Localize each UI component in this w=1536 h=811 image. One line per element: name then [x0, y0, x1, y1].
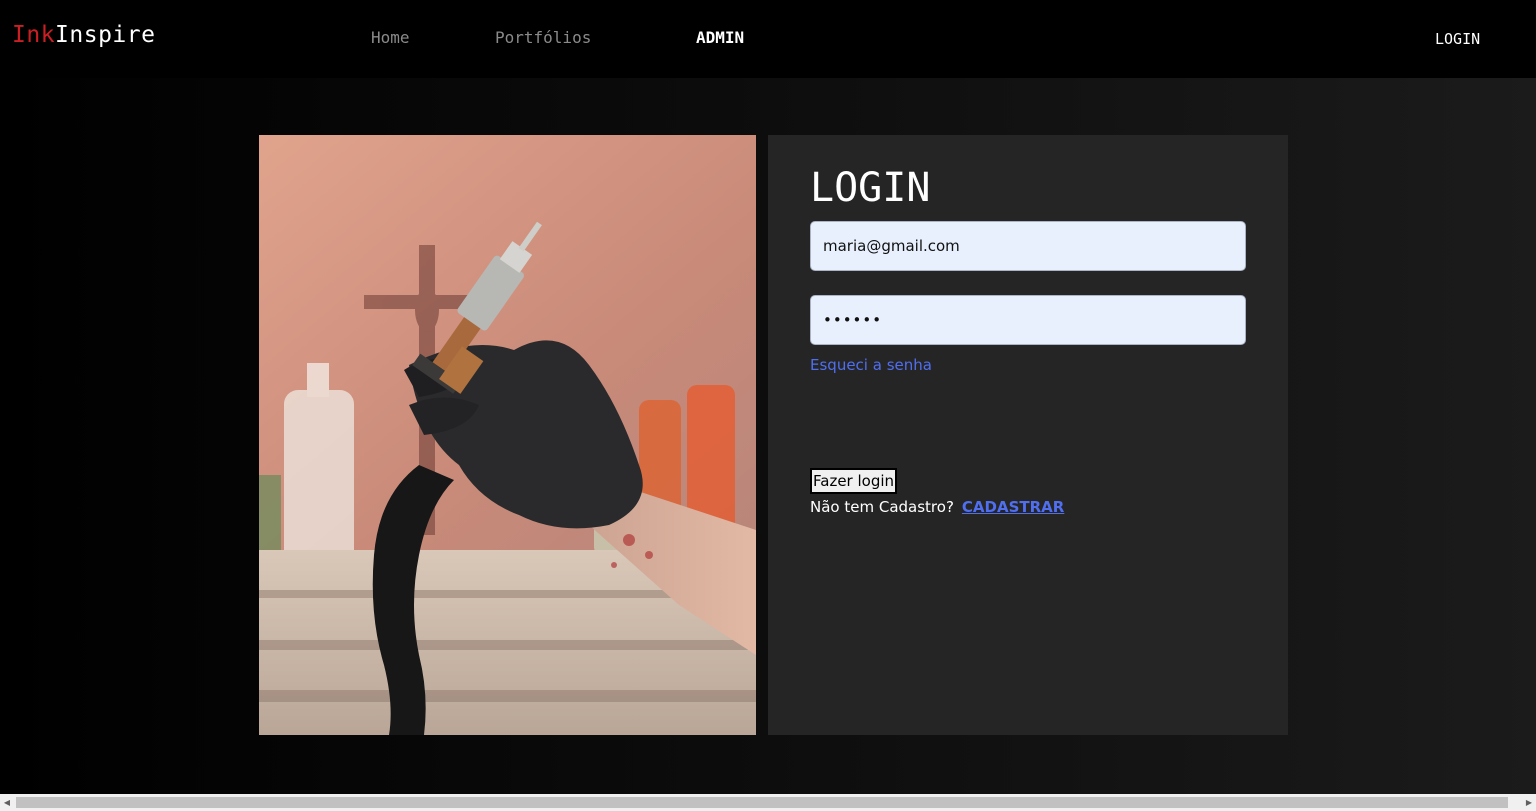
login-title: LOGIN [810, 165, 931, 211]
nav-link-home[interactable]: Home [371, 28, 410, 47]
scroll-right-arrow-icon[interactable]: ▶ [1522, 794, 1536, 811]
nav-login-link[interactable]: LOGIN [1435, 30, 1480, 48]
signup-link[interactable]: CADASTRAR [962, 498, 1064, 516]
nav-link-portfolios[interactable]: Portfólios [495, 28, 591, 47]
signup-prompt: Não tem Cadastro? CADASTRAR [810, 498, 1064, 516]
horizontal-scrollbar[interactable]: ◀ ▶ [0, 794, 1536, 811]
password-input[interactable] [810, 295, 1246, 345]
scrollbar-thumb[interactable] [16, 797, 1508, 808]
brand-logo[interactable]: InkInspire [12, 22, 155, 48]
nav-link-admin[interactable]: ADMIN [696, 28, 744, 47]
email-input[interactable] [810, 221, 1246, 271]
scroll-left-arrow-icon[interactable]: ◀ [0, 794, 14, 811]
no-account-text: Não tem Cadastro? [810, 498, 954, 516]
brand-logo-ink: Ink [12, 22, 56, 48]
top-navbar: InkInspire Home Portfólios ADMIN LOGIN [0, 0, 1536, 78]
login-submit-button[interactable]: Fazer login [810, 468, 898, 494]
tattoo-photo-illustration [259, 135, 756, 735]
brand-logo-inspire: Inspire [55, 22, 156, 48]
forgot-password-link[interactable]: Esqueci a senha [810, 356, 932, 374]
tattoo-photo [259, 135, 756, 735]
login-card: LOGIN Esqueci a senha Fazer login Não te… [768, 135, 1288, 735]
